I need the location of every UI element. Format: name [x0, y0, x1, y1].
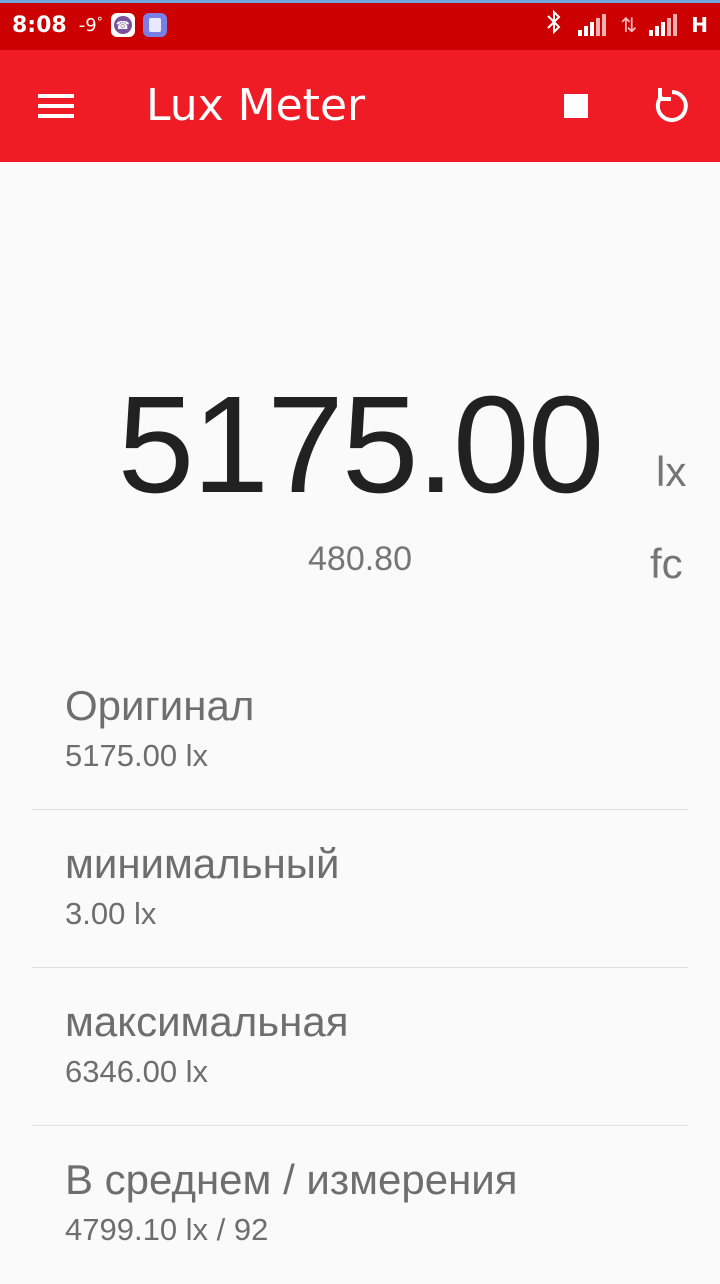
lux-reading: 5175.00 — [117, 368, 605, 522]
lux-unit: lx — [656, 448, 687, 495]
stat-value: 4799.10 lx / 92 — [65, 1212, 269, 1247]
data-transfer-icon: ⇅ — [620, 13, 638, 37]
signal-strength-icon-2 — [649, 14, 679, 36]
signal-strength-icon-1 — [578, 14, 608, 36]
stat-label: В среднем / измерения — [65, 1156, 518, 1203]
status-bar: 8:08 -9° ☎ ⇅ H — [0, 0, 720, 50]
network-type: H — [691, 13, 708, 37]
status-right: ⇅ H — [544, 8, 708, 42]
stat-value: 5175.00 lx — [65, 738, 209, 773]
clipboard-app-icon — [142, 13, 167, 37]
footcandle-reading: 480.80 — [308, 540, 412, 578]
stat-maximum: максимальная 6346.00 lx — [0, 968, 720, 1126]
stat-value: 6346.00 lx — [65, 1054, 209, 1089]
stat-label: максимальная — [65, 998, 349, 1045]
stat-label: Оригинал — [65, 682, 255, 729]
stat-value: 3.00 lx — [65, 896, 157, 931]
status-bar-accent — [0, 0, 720, 3]
stat-label: минимальный — [65, 840, 340, 887]
stat-minimum: минимальный 3.00 lx — [0, 810, 720, 968]
stat-average: В среднем / измерения 4799.10 lx / 92 — [0, 1126, 720, 1284]
status-clock: 8:08 — [12, 12, 67, 38]
app-bar: Lux Meter — [0, 50, 720, 162]
footcandle-unit: fc — [650, 540, 683, 587]
stats-list: Оригинал 5175.00 lx минимальный 3.00 lx … — [0, 652, 720, 1284]
viber-icon: ☎ — [110, 13, 135, 37]
menu-icon[interactable] — [30, 86, 82, 126]
temperature-value: -9 — [78, 14, 97, 36]
stop-icon[interactable] — [556, 86, 596, 126]
status-temperature: -9° — [79, 15, 103, 36]
temperature-unit: ° — [96, 14, 103, 29]
status-left: 8:08 -9° ☎ — [12, 8, 167, 42]
refresh-icon[interactable] — [650, 84, 694, 128]
stat-original: Оригинал 5175.00 lx — [0, 652, 720, 810]
app-title: Lux Meter — [146, 80, 366, 131]
bluetooth-icon — [544, 9, 564, 41]
